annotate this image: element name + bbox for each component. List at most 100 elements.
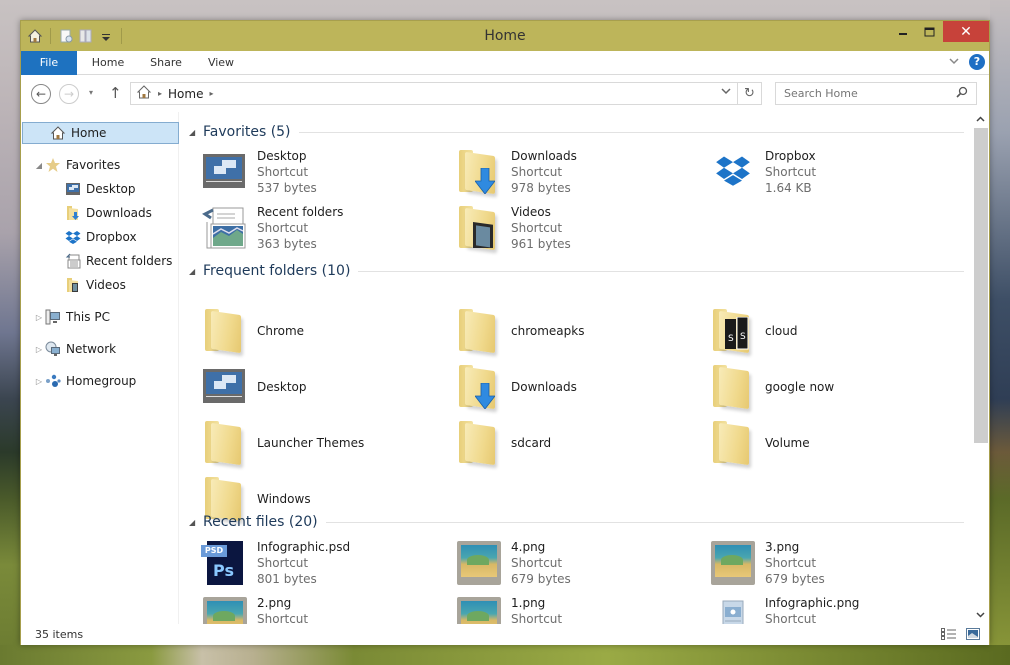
expanded-triangle-icon[interactable]: ◢ xyxy=(33,161,45,170)
item-type: Shortcut xyxy=(765,556,817,570)
sidebar-item-this-pc[interactable]: ▷ This PC xyxy=(33,306,110,328)
collapse-group-icon[interactable]: ◢ xyxy=(189,128,203,137)
desktop-icon xyxy=(201,363,249,411)
frequent-folder-item[interactable]: SS cloud xyxy=(709,304,959,358)
sidebar-item-network[interactable]: ▷ Network xyxy=(33,338,116,360)
group-divider xyxy=(298,131,964,133)
breadcrumb-separator-icon[interactable]: ▸ xyxy=(158,89,162,98)
collapsed-triangle-icon[interactable]: ▷ xyxy=(33,345,45,354)
recent-file-item[interactable]: Infographic.png Shortcut xyxy=(709,595,959,624)
folder-icon xyxy=(201,307,249,355)
frequent-folder-item[interactable]: chromeapks xyxy=(455,304,705,358)
recent-file-item[interactable]: 2.png Shortcut xyxy=(201,595,451,624)
item-size: 801 bytes xyxy=(257,572,317,586)
group-header-recent-files[interactable]: ◢ Recent files (20) xyxy=(189,512,964,532)
ribbon-right-controls: ? xyxy=(949,54,985,70)
sidebar-item-downloads[interactable]: Downloads xyxy=(65,202,152,224)
folder-icon xyxy=(201,419,249,467)
chevron-down-icon xyxy=(949,57,959,64)
search-box[interactable] xyxy=(775,82,977,105)
up-button[interactable]: ↑ xyxy=(109,84,122,102)
sidebar-item-dropbox[interactable]: Dropbox xyxy=(65,226,137,248)
search-icon[interactable] xyxy=(956,86,968,101)
details-view-icon xyxy=(941,628,956,640)
breadcrumb-separator-icon[interactable]: ▸ xyxy=(209,89,213,98)
group-header-frequent-folders[interactable]: ◢ Frequent folders (10) xyxy=(189,261,964,281)
recent-file-item[interactable]: 4.png Shortcut 679 bytes xyxy=(455,539,705,593)
address-dropdown-button[interactable] xyxy=(721,87,731,98)
scroll-down-button[interactable] xyxy=(972,608,989,624)
item-size: 978 bytes xyxy=(511,181,571,195)
minimize-button[interactable] xyxy=(889,21,916,42)
tab-share[interactable]: Share xyxy=(141,51,191,75)
search-input[interactable] xyxy=(784,87,954,100)
recent-file-item[interactable]: PSD Ps Infographic.psd Shortcut 801 bytes xyxy=(201,539,451,593)
large-icons-view-button[interactable] xyxy=(965,627,981,641)
recent-file-item[interactable]: 1.png Shortcut xyxy=(455,595,705,624)
item-name: Downloads xyxy=(511,380,577,394)
collapse-group-icon[interactable]: ◢ xyxy=(189,518,203,527)
back-button[interactable]: ← xyxy=(31,84,51,104)
favorite-item-recent-folders[interactable]: Recent folders Shortcut 363 bytes xyxy=(201,204,451,258)
details-view-button[interactable] xyxy=(941,627,957,641)
sidebar-item-home[interactable]: Home xyxy=(22,122,179,144)
sidebar-item-recent-folders[interactable]: Recent folders xyxy=(65,250,172,272)
sidebar-item-favorites[interactable]: ◢ Favorites xyxy=(33,154,120,176)
svg-text:S: S xyxy=(740,332,746,342)
tab-view[interactable]: View xyxy=(196,51,246,75)
desktop-background-bottom xyxy=(0,645,1010,665)
item-size: 679 bytes xyxy=(765,572,825,586)
breadcrumb-home[interactable]: Home xyxy=(168,87,203,101)
recent-folders-icon xyxy=(201,204,249,252)
minimize-icon xyxy=(898,32,907,35)
psd-file-icon: PSD Ps xyxy=(201,539,249,587)
sidebar-item-label: Recent folders xyxy=(86,254,173,268)
frequent-folder-item[interactable]: Volume xyxy=(709,416,959,470)
frequent-folder-item[interactable]: Chrome xyxy=(201,304,451,358)
recent-file-item[interactable]: 3.png Shortcut 679 bytes xyxy=(709,539,959,593)
item-name: 4.png xyxy=(511,540,546,554)
expand-ribbon-button[interactable] xyxy=(949,57,959,68)
frequent-folder-item[interactable]: Launcher Themes xyxy=(201,416,451,470)
item-name: chromeapks xyxy=(511,324,585,338)
image-file-icon xyxy=(455,595,503,624)
help-button[interactable]: ? xyxy=(969,54,985,70)
address-bar[interactable]: ▸ Home ▸ ↻ xyxy=(130,82,762,105)
frequent-folder-item[interactable]: google now xyxy=(709,360,959,414)
frequent-folder-item[interactable]: Downloads xyxy=(455,360,705,414)
frequent-folder-item[interactable]: Desktop xyxy=(201,360,451,414)
tab-file[interactable]: File xyxy=(21,51,77,75)
item-name: cloud xyxy=(765,324,798,338)
tab-home[interactable]: Home xyxy=(83,51,133,75)
item-name: Infographic.psd xyxy=(257,540,351,554)
favorite-item-downloads[interactable]: Downloads Shortcut 978 bytes xyxy=(455,148,705,202)
refresh-button[interactable]: ↻ xyxy=(737,83,761,104)
group-header-favorites[interactable]: ◢ Favorites (5) xyxy=(189,122,964,142)
scrollbar-thumb[interactable] xyxy=(974,128,988,443)
sidebar-item-videos[interactable]: Videos xyxy=(65,274,126,296)
close-button[interactable]: ✕ xyxy=(943,21,989,42)
home-icon xyxy=(50,125,66,141)
navigation-pane: Home ◢ Favorites Desktop Downloads Dropb… xyxy=(21,112,179,624)
item-name: Dropbox xyxy=(765,149,816,163)
forward-button[interactable]: → xyxy=(59,84,79,104)
folder-icon xyxy=(709,363,757,411)
collapsed-triangle-icon[interactable]: ▷ xyxy=(33,313,45,322)
favorite-item-desktop[interactable]: Desktop Shortcut 537 bytes xyxy=(201,148,451,202)
sidebar-item-homegroup[interactable]: ▷ Homegroup xyxy=(33,370,136,392)
sidebar-item-desktop[interactable]: Desktop xyxy=(65,178,136,200)
vertical-scrollbar[interactable] xyxy=(972,112,989,624)
collapse-group-icon[interactable]: ◢ xyxy=(189,267,203,276)
frequent-folder-item[interactable]: sdcard xyxy=(455,416,705,470)
recent-locations-button[interactable]: ▾ xyxy=(89,88,93,97)
favorite-item-videos[interactable]: Videos Shortcut 961 bytes xyxy=(455,204,705,258)
sidebar-item-label: Network xyxy=(66,342,117,356)
maximize-button[interactable] xyxy=(916,21,943,42)
refresh-icon: ↻ xyxy=(744,86,755,101)
collapsed-triangle-icon[interactable]: ▷ xyxy=(33,377,45,386)
item-name: Recent folders xyxy=(257,205,344,219)
favorite-item-dropbox[interactable]: Dropbox Shortcut 1.64 KB xyxy=(709,148,959,202)
item-name: Infographic.png xyxy=(765,596,860,610)
sidebar-item-label: Downloads xyxy=(86,206,152,220)
scroll-up-button[interactable] xyxy=(972,112,989,128)
